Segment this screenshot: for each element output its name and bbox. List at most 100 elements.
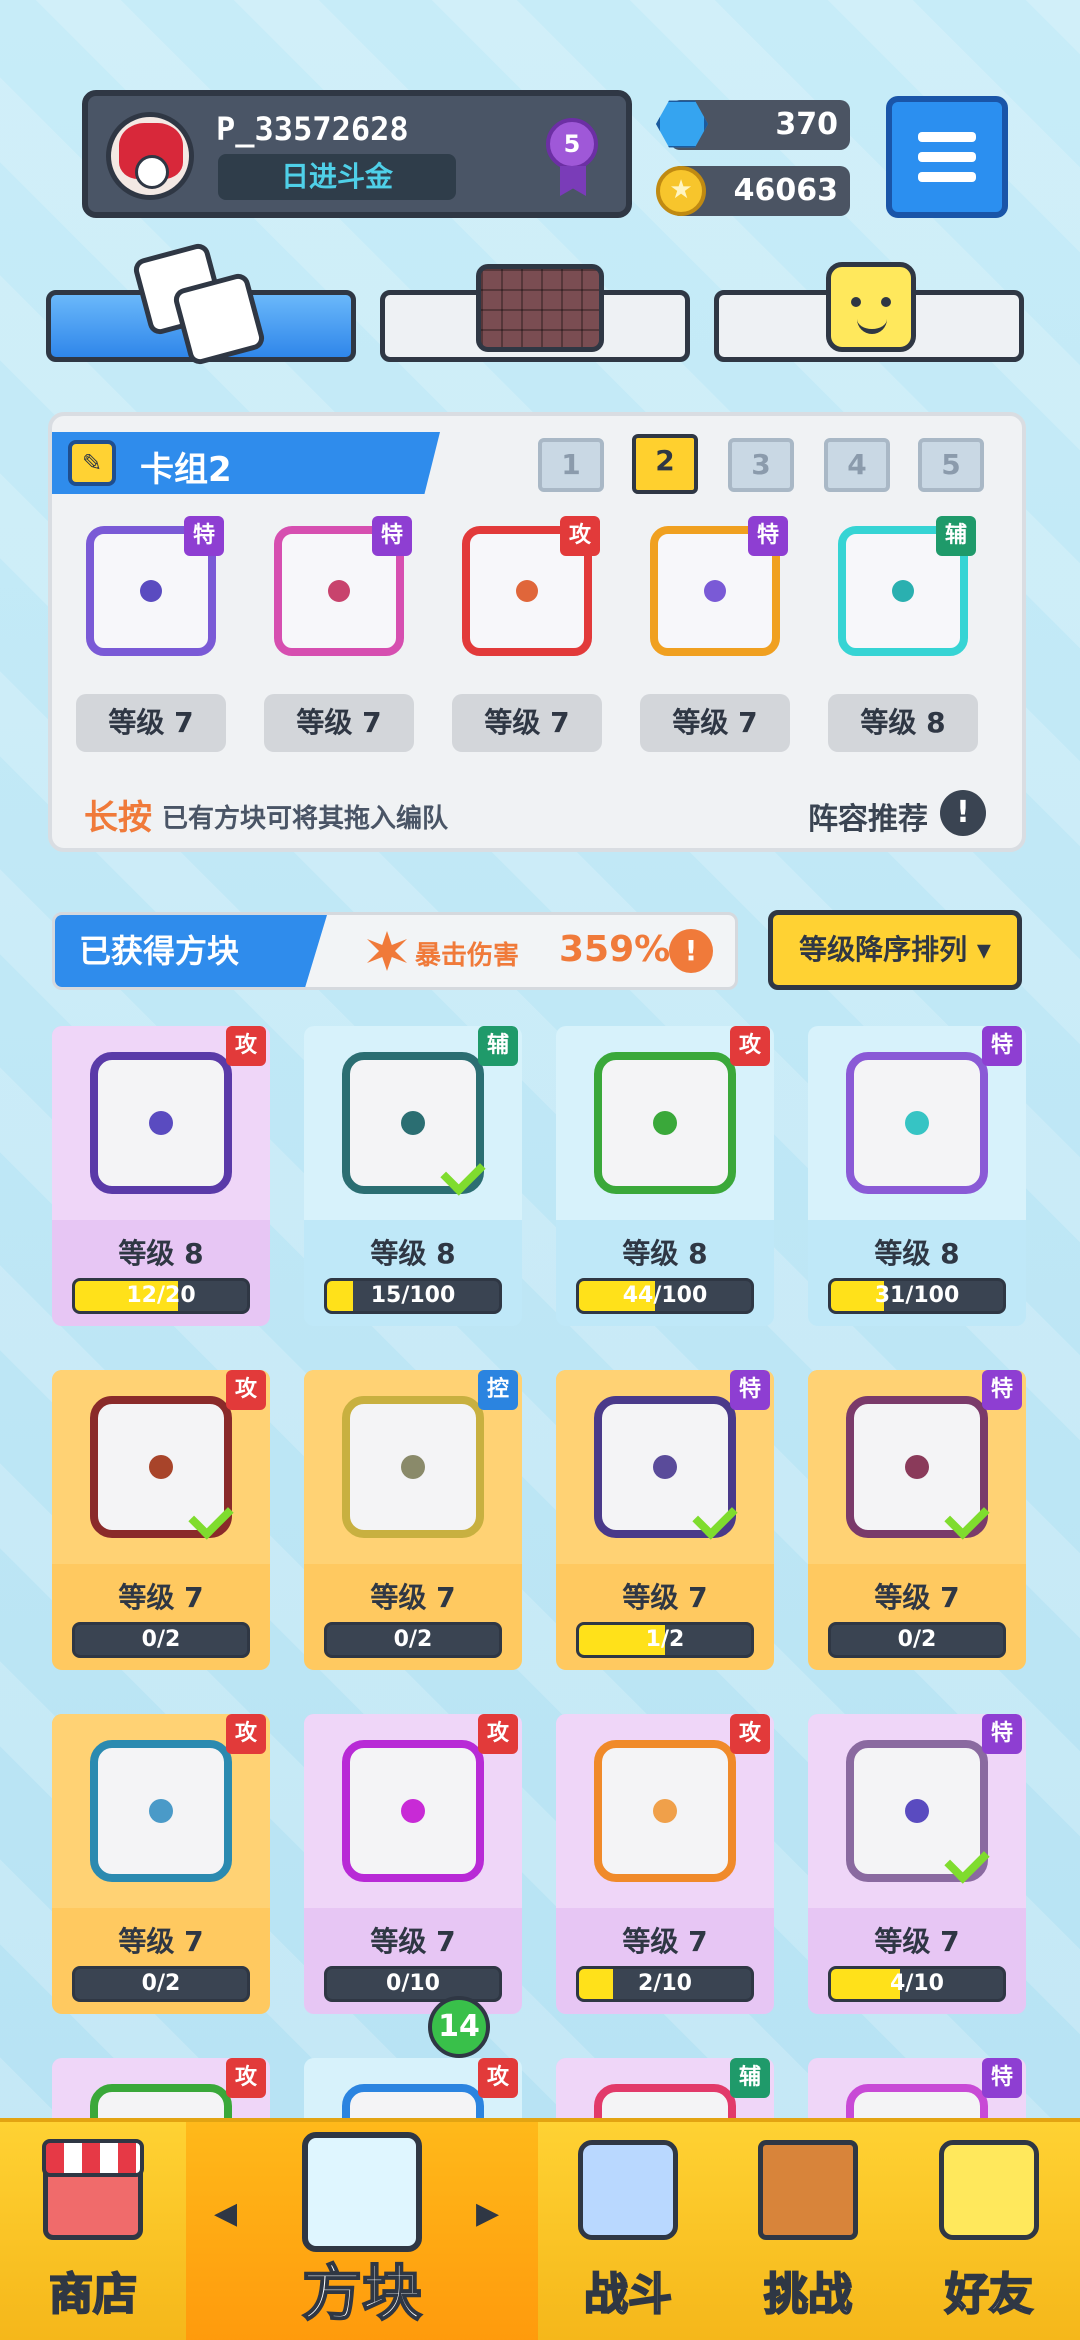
progress-text: 12/20 [126, 1283, 196, 1308]
rank-title: 日进斗金 [218, 154, 456, 200]
block-card[interactable]: 特等级 7 0/2 [808, 1370, 1026, 1670]
block-dot [401, 1111, 425, 1135]
block-card[interactable]: 攻等级 8 44/100 [556, 1026, 774, 1326]
progress-bar: 4/10 [828, 1966, 1006, 2002]
progress-text: 0/2 [897, 1627, 937, 1652]
nav-challenge[interactable]: 挑战 [718, 2122, 898, 2340]
coin-icon: ★ [656, 166, 706, 216]
card-type-tag: 特 [982, 1370, 1022, 1410]
nav-blocks[interactable]: 方块 [186, 2122, 538, 2340]
progress-bar: 12/20 [72, 1278, 250, 1314]
nav-blocks-label: 方块 [301, 2258, 423, 2330]
lineup-recommend-label[interactable]: 阵容推荐 [808, 794, 928, 838]
block-dot [905, 1799, 929, 1823]
deck-card-level: 等级 8 [828, 694, 978, 752]
deck-card-level: 等级 7 [452, 694, 602, 752]
progress-text: 15/100 [370, 1283, 456, 1308]
progress-bar: 2/10 [576, 1966, 754, 2002]
progress-text: 31/100 [874, 1283, 960, 1308]
deck-title: 卡组2 [140, 450, 232, 490]
avatar[interactable] [106, 112, 194, 200]
card-type-tag: 攻 [226, 1026, 266, 1066]
block-card[interactable]: 特等级 8 31/100 [808, 1026, 1026, 1326]
deck-tab-1[interactable]: 1 [538, 438, 604, 492]
block-frame [90, 1052, 232, 1194]
pencil-icon[interactable]: ✎ [68, 440, 116, 486]
avatar-face [135, 155, 169, 189]
card-type-tag: 攻 [478, 1714, 518, 1754]
nav-friends-label: 好友 [944, 2268, 1034, 2321]
block-card-art: 攻 [52, 1370, 270, 1564]
block-card[interactable]: 攻等级 8 12/20 [52, 1026, 270, 1326]
progress-bar: 0/2 [324, 1622, 502, 1658]
crit-value: 359% [559, 929, 671, 970]
block-level: 等级 8 [622, 1237, 708, 1270]
block-level: 等级 7 [118, 1925, 204, 1958]
nav-battle[interactable]: 战斗 [538, 2122, 718, 2340]
block-dot [892, 580, 914, 602]
info-icon[interactable]: ! [669, 929, 713, 973]
player-profile-card[interactable]: P_33572628 日进斗金 5 [82, 90, 632, 218]
card-type-tag: 攻 [730, 1026, 770, 1066]
menu-icon [918, 132, 976, 142]
crit-label: 暴击伤害 [415, 941, 520, 971]
medal-icon[interactable]: 5 [546, 118, 598, 170]
nav-challenge-label: 挑战 [763, 2268, 853, 2321]
block-frame [342, 1740, 484, 1882]
card-type-tag: 特 [982, 1714, 1022, 1754]
progress-bar: 0/10 [324, 1966, 502, 2002]
deck-card[interactable]: 攻 [452, 516, 602, 666]
deck-card[interactable]: 特 [264, 516, 414, 666]
block-card[interactable]: 特等级 7 4/10 [808, 1714, 1026, 2014]
progress-bar: 0/2 [828, 1622, 1006, 1658]
block-card[interactable]: 攻等级 7 0/10 [304, 1714, 522, 2014]
block-card[interactable]: 控等级 7 0/2 [304, 1370, 522, 1670]
gem-amount: 370 [775, 107, 838, 142]
notification-badge: 14 [428, 1996, 490, 2058]
block-dot [328, 580, 350, 602]
menu-button[interactable] [886, 96, 1008, 218]
deck-tab-4[interactable]: 4 [824, 438, 890, 492]
progress-bar: 31/100 [828, 1278, 1006, 1314]
info-icon[interactable]: ! [940, 790, 986, 836]
deck-card[interactable]: 辅 [828, 516, 978, 666]
arrow-right-icon[interactable]: ▶ [476, 2196, 499, 2231]
block-card[interactable]: 攻等级 7 0/2 [52, 1714, 270, 2014]
block-card[interactable]: 特等级 7 1/2 [556, 1370, 774, 1670]
arrow-left-icon[interactable]: ◀ [214, 2196, 237, 2231]
block-card[interactable]: 攻等级 7 2/10 [556, 1714, 774, 2014]
block-level: 等级 7 [622, 1925, 708, 1958]
block-card-art: 特 [556, 1370, 774, 1564]
block-card-art: 特 [808, 1370, 1026, 1564]
block-level: 等级 7 [874, 1925, 960, 1958]
block-dot [149, 1455, 173, 1479]
block-level: 等级 7 [370, 1925, 456, 1958]
block-card-art: 攻 [556, 1714, 774, 1908]
menu-icon-bar [918, 152, 976, 162]
deck-tab-5[interactable]: 5 [918, 438, 984, 492]
block-card[interactable]: 攻等级 7 0/2 [52, 1370, 270, 1670]
nav-friends[interactable]: 好友 [898, 2122, 1080, 2340]
progress-text: 44/100 [622, 1283, 708, 1308]
card-type-tag: 辅 [936, 516, 976, 556]
block-dot [149, 1111, 173, 1135]
block-card-art: 特 [808, 1714, 1026, 1908]
nav-shop[interactable]: 商店 [0, 2122, 186, 2340]
block-card-art: 辅 [304, 1026, 522, 1220]
progress-text: 0/2 [141, 1627, 181, 1652]
deck-tab-3[interactable]: 3 [728, 438, 794, 492]
deck-tab-2[interactable]: 2 [632, 434, 698, 494]
sort-button[interactable]: 等级降序排列 ▾ [768, 910, 1022, 990]
deck-card[interactable]: 特 [640, 516, 790, 666]
castle-icon [758, 2140, 858, 2240]
cube-icon [302, 2132, 422, 2252]
deck-card[interactable]: 特 [76, 516, 226, 666]
card-type-tag: 特 [372, 516, 412, 556]
block-dot [905, 1111, 929, 1135]
block-card[interactable]: 辅等级 8 15/100 [304, 1026, 522, 1326]
card-type-tag: 攻 [226, 1370, 266, 1410]
hint-highlight: 长按 [84, 798, 152, 838]
block-frame [594, 1740, 736, 1882]
obtained-bar: 已获得方块 暴击伤害 359% ! [52, 912, 738, 990]
progress-bar: 15/100 [324, 1278, 502, 1314]
